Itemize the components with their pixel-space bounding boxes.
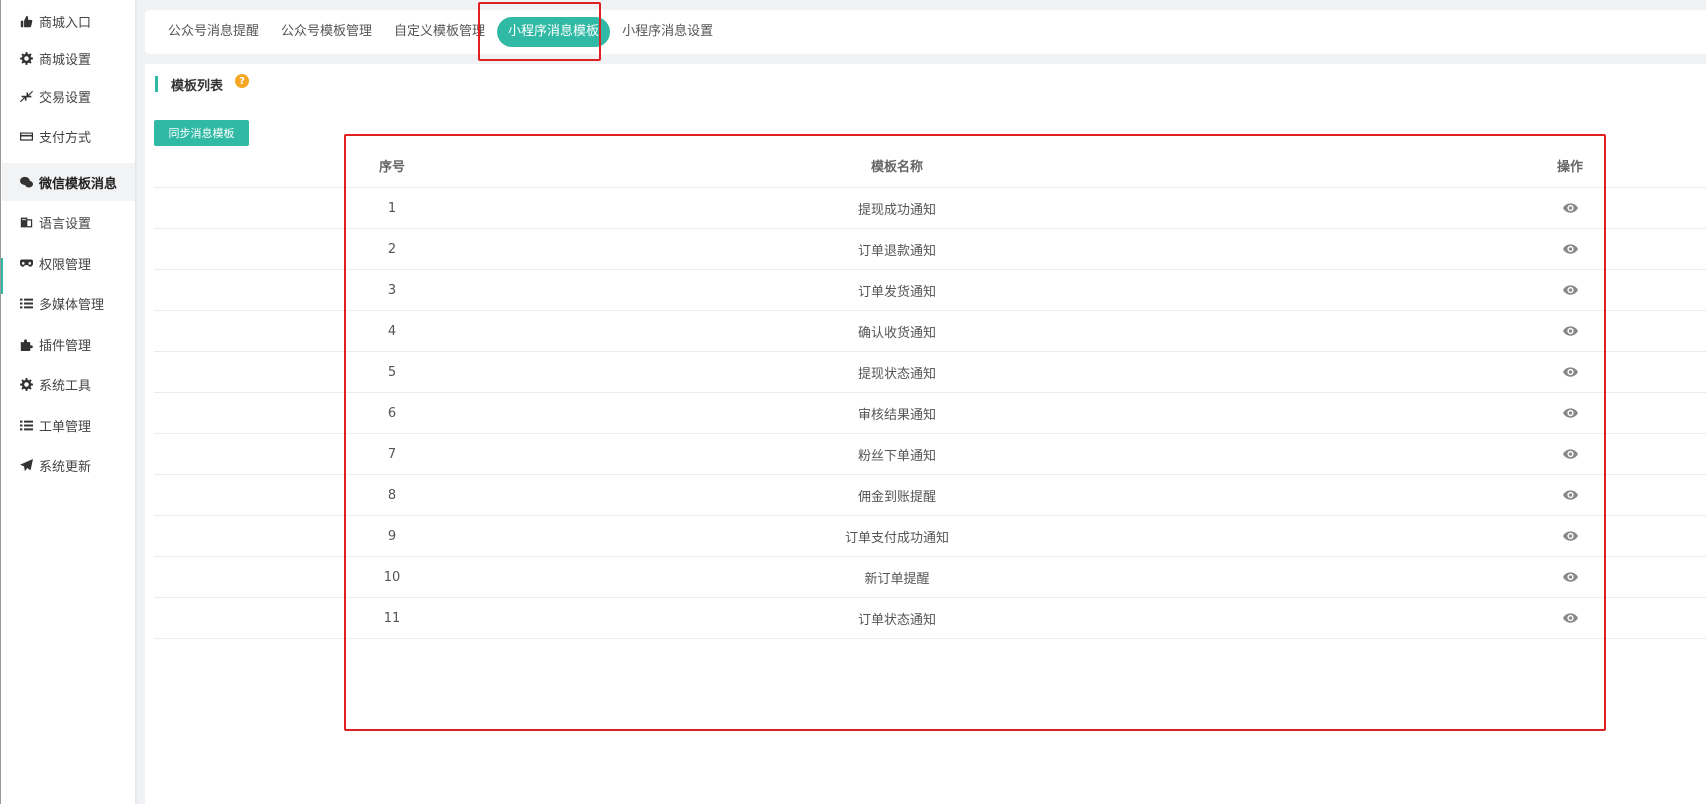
row-number: 11 <box>383 610 401 626</box>
row-template-name: 新订单提醒 <box>864 571 930 587</box>
sidebar-item-label: 交易设置 <box>39 90 92 106</box>
language-icon <box>19 215 33 229</box>
sidebar-item-mall-entry[interactable]: 商城入口 <box>2 2 135 40</box>
table-row: 3 订单发货通知 <box>154 270 1706 311</box>
sidebar-item-plugins[interactable]: 插件管理 <box>2 325 135 363</box>
paper-plane-icon <box>19 458 33 472</box>
header-actions: 操作 <box>1556 160 1583 175</box>
sidebar-item-permissions[interactable]: 权限管理 <box>2 244 135 282</box>
sidebar-item-language[interactable]: 语言设置 <box>2 203 135 241</box>
table-row: 10 新订单提醒 <box>154 557 1706 598</box>
eye-icon[interactable] <box>1540 229 1600 269</box>
table-row: 9 订单支付成功通知 <box>154 516 1706 557</box>
sidebar-item-mall-settings[interactable]: 商城设置 <box>2 39 135 77</box>
wechat-icon <box>19 175 33 189</box>
tab-miniprogram-templates[interactable]: 小程序消息模板 <box>497 17 611 47</box>
sidebar-item-system-update[interactable]: 系统更新 <box>2 446 135 484</box>
table-row: 7 粉丝下单通知 <box>154 434 1706 475</box>
eye-icon[interactable] <box>1540 188 1600 228</box>
row-template-name: 提现状态通知 <box>857 366 936 382</box>
row-template-name: 审核结果通知 <box>857 407 936 423</box>
sidebar-item-label: 权限管理 <box>39 257 92 273</box>
tab-official-account-reminder[interactable]: 公众号消息提醒 <box>158 17 269 47</box>
sidebar: 商城入口 商城设置 交易设置 支付方式 微信模板消息 语言设置 权限管理 多媒体… <box>0 0 135 804</box>
eye-icon[interactable] <box>1540 516 1600 556</box>
eye-icon[interactable] <box>1540 434 1600 474</box>
sidebar-item-label: 多媒体管理 <box>39 297 105 313</box>
row-template-name: 佣金到账提醒 <box>857 489 936 505</box>
sidebar-item-label: 工单管理 <box>39 419 92 435</box>
eye-icon[interactable] <box>1540 557 1600 597</box>
sidebar-item-system-tools[interactable]: 系统工具 <box>2 365 135 403</box>
eye-icon[interactable] <box>1540 475 1600 515</box>
section-title: 模板列表 <box>171 78 224 94</box>
row-template-name: 提现成功通知 <box>857 202 936 218</box>
table-row: 5 提现状态通知 <box>154 352 1706 393</box>
sidebar-item-media[interactable]: 多媒体管理 <box>2 284 135 322</box>
table-row: 1 提现成功通知 <box>154 188 1706 229</box>
tab-custom-templates[interactable]: 自定义模板管理 <box>384 17 495 47</box>
row-number: 2 <box>387 241 397 257</box>
row-template-name: 订单退款通知 <box>857 243 936 259</box>
row-number: 9 <box>387 528 397 544</box>
sidebar-item-wechat-template[interactable]: 微信模板消息 <box>2 163 135 201</box>
sidebar-item-label: 插件管理 <box>39 338 92 354</box>
eye-icon[interactable] <box>1540 270 1600 310</box>
eye-icon[interactable] <box>1540 352 1600 392</box>
row-number: 3 <box>387 282 397 298</box>
thumbs-up-icon <box>19 14 33 28</box>
row-template-name: 订单支付成功通知 <box>844 530 949 546</box>
table-row: 6 审核结果通知 <box>154 393 1706 434</box>
help-icon[interactable]: ? <box>235 74 249 88</box>
row-number: 1 <box>387 200 397 216</box>
tab-miniprogram-settings[interactable]: 小程序消息设置 <box>612 17 723 47</box>
list-icon <box>19 418 33 432</box>
sidebar-item-label: 支付方式 <box>39 130 92 146</box>
row-number: 8 <box>387 487 397 503</box>
sidebar-item-label: 系统工具 <box>39 378 92 394</box>
header-name: 模板名称 <box>870 160 923 175</box>
table-header: 序号 模板名称 操作 <box>154 144 1706 188</box>
main-panel: 模板列表 ? 同步消息模板 序号 模板名称 操作 1 提现成功通知 2 订单退款通知 3… <box>145 64 1706 804</box>
compress-arrows-icon <box>19 89 33 103</box>
sidebar-item-payment[interactable]: 支付方式 <box>2 117 135 155</box>
eye-icon[interactable] <box>1540 598 1600 638</box>
eye-icon[interactable] <box>1540 311 1600 351</box>
row-number: 6 <box>387 405 397 421</box>
header-no: 序号 <box>378 160 405 175</box>
puzzle-icon <box>19 337 33 351</box>
section-header: 模板列表 <box>155 76 224 94</box>
row-number: 4 <box>387 323 397 339</box>
table-row: 8 佣金到账提醒 <box>154 475 1706 516</box>
sidebar-item-label: 微信模板消息 <box>39 176 118 192</box>
gear-icon <box>19 377 33 391</box>
sidebar-item-work-orders[interactable]: 工单管理 <box>2 406 135 444</box>
table-body: 1 提现成功通知 2 订单退款通知 3 订单发货通知 4 确认收货通知 5 提现状态通知 6 审核结果… <box>154 188 1706 639</box>
sidebar-item-label: 商城入口 <box>39 15 92 31</box>
template-table: 序号 模板名称 操作 1 提现成功通知 2 订单退款通知 3 订单发货通知 4 确认收货通知 5… <box>154 144 1706 639</box>
list-icon <box>19 296 33 310</box>
sync-templates-button[interactable]: 同步消息模板 <box>154 120 249 146</box>
section-marker <box>155 76 158 92</box>
sidebar-item-label: 系统更新 <box>39 459 92 475</box>
sidebar-item-trade-settings[interactable]: 交易设置 <box>2 77 135 115</box>
sidebar-item-label: 语言设置 <box>39 216 92 232</box>
credit-card-icon <box>19 129 33 143</box>
row-number: 7 <box>387 446 397 462</box>
table-row: 11 订单状态通知 <box>154 598 1706 639</box>
eye-icon[interactable] <box>1540 393 1600 433</box>
gear-icon <box>19 51 33 65</box>
mask-icon <box>19 256 33 270</box>
tab-official-account-templates[interactable]: 公众号模板管理 <box>271 17 382 47</box>
row-number: 10 <box>383 569 401 585</box>
row-template-name: 粉丝下单通知 <box>857 448 936 464</box>
row-template-name: 订单发货通知 <box>857 284 936 300</box>
tab-bar: 公众号消息提醒 公众号模板管理 自定义模板管理 小程序消息模板 小程序消息设置 <box>145 10 1706 54</box>
table-row: 4 确认收货通知 <box>154 311 1706 352</box>
row-template-name: 订单状态通知 <box>857 612 936 628</box>
row-template-name: 确认收货通知 <box>857 325 936 341</box>
table-row: 2 订单退款通知 <box>154 229 1706 270</box>
sidebar-item-label: 商城设置 <box>39 52 92 68</box>
row-number: 5 <box>387 364 397 380</box>
